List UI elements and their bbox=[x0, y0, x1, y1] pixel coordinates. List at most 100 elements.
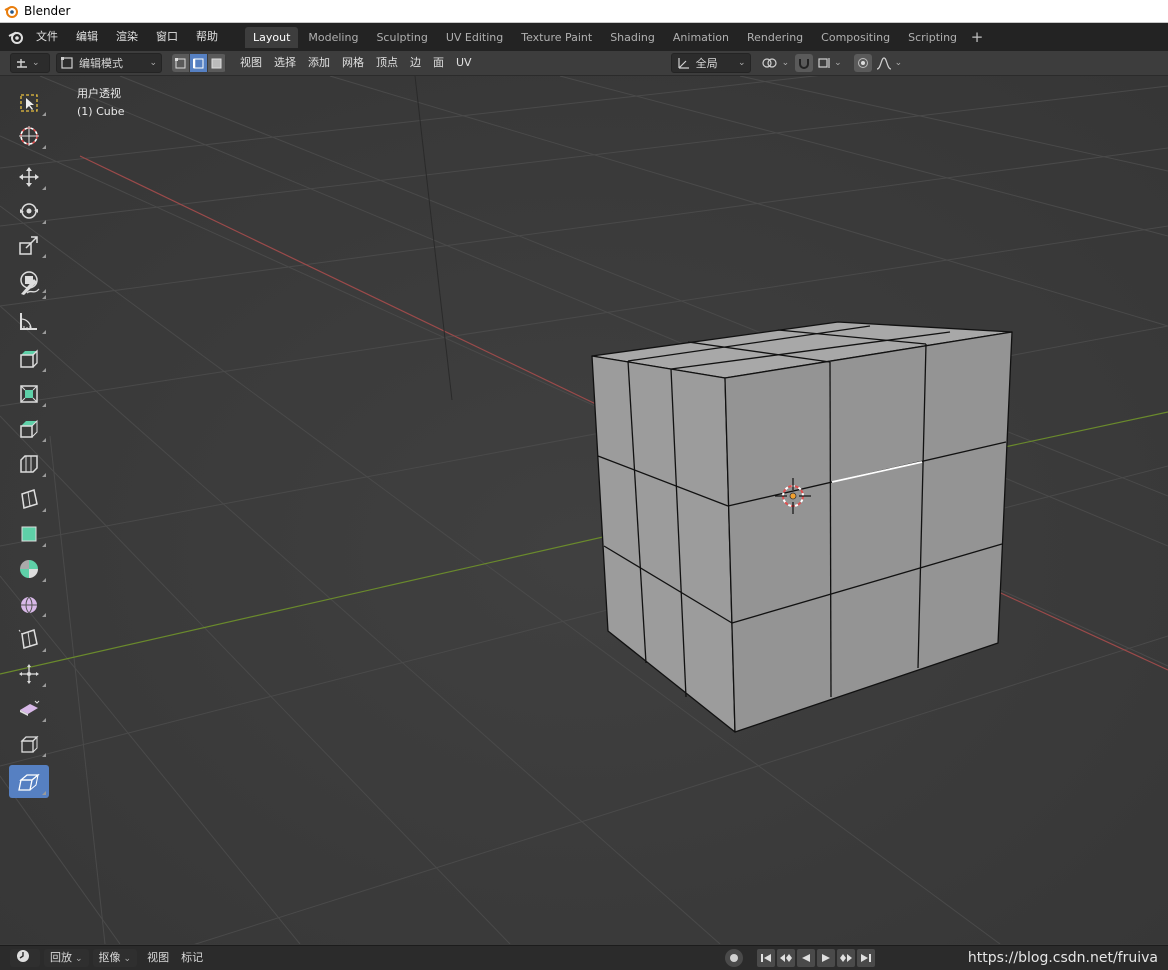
tab-workspace[interactable]: Texture Paint bbox=[513, 27, 600, 48]
cursor-icon bbox=[19, 125, 39, 146]
annotate-icon bbox=[21, 278, 40, 295]
viewport-scene[interactable] bbox=[0, 76, 1168, 944]
rip-region-icon bbox=[18, 773, 40, 791]
tool-rotate[interactable] bbox=[9, 194, 49, 227]
tool-measure[interactable] bbox=[9, 304, 49, 337]
timeline-menu-item[interactable]: 标记 bbox=[175, 949, 209, 967]
viewport-menu-item[interactable]: 添加 bbox=[302, 54, 336, 72]
next-keyframe-button[interactable] bbox=[837, 949, 856, 967]
workspace-tabs: Layout Modeling Sculpting UV Editing Texture… bbox=[245, 26, 967, 48]
tool-loop-cut[interactable] bbox=[9, 482, 49, 515]
tab-workspace[interactable]: Modeling bbox=[300, 27, 366, 48]
tool-edge-slide[interactable] bbox=[9, 657, 49, 690]
pivot-icon bbox=[761, 58, 777, 68]
proportional-edit-toggle[interactable] bbox=[853, 54, 872, 72]
inset-faces-icon bbox=[20, 419, 38, 438]
view-label: 用户透视 bbox=[77, 87, 121, 100]
tool-poly-build[interactable] bbox=[9, 552, 49, 585]
face-select-button[interactable] bbox=[208, 54, 226, 72]
jump-end-button[interactable] bbox=[857, 949, 876, 967]
smooth-icon bbox=[18, 628, 38, 649]
viewport-header: ⌄ 编辑模式 ⌄ 视图 选择 添加 网格 顶点边面 UV 全局 ⌄ ⌄ ⌄ ⌄ bbox=[0, 51, 1168, 76]
watermark: https://blog.csdn.net/fruiva bbox=[967, 950, 1158, 966]
tool-select-box[interactable] bbox=[9, 86, 49, 119]
snap-increment-icon bbox=[818, 58, 830, 68]
shear-icon bbox=[20, 735, 39, 753]
tool-knife[interactable] bbox=[9, 517, 49, 550]
tab-workspace[interactable]: Rendering bbox=[739, 27, 811, 48]
viewport-menu-item[interactable]: 顶点 bbox=[370, 54, 404, 72]
add-cube-icon bbox=[20, 348, 38, 368]
snap-target-dropdown[interactable]: ⌄ bbox=[817, 54, 842, 72]
timeline-menus: 回放 ⌄ 抠像 ⌄ 视图 标记 bbox=[44, 949, 209, 967]
scale-icon bbox=[19, 235, 38, 255]
tool-spin[interactable] bbox=[9, 587, 49, 620]
tool-add-cube[interactable] bbox=[9, 342, 49, 375]
pivot-point-dropdown[interactable]: ⌄ bbox=[761, 54, 789, 72]
tool-inset-faces[interactable] bbox=[9, 412, 49, 445]
window-title: Blender bbox=[24, 4, 71, 18]
viewport-menus: 视图 选择 添加 网格 顶点边面 UV bbox=[234, 54, 478, 72]
rotate-icon bbox=[20, 202, 38, 219]
bevel-icon bbox=[20, 454, 38, 473]
blender-menu-icon[interactable] bbox=[5, 26, 27, 48]
tool-smooth[interactable] bbox=[9, 622, 49, 655]
tool-rip-region[interactable] bbox=[9, 765, 49, 798]
snap-toggle[interactable] bbox=[795, 54, 814, 72]
timeline-menu-item[interactable]: 回放 ⌄ bbox=[44, 949, 89, 967]
add-workspace-button[interactable]: + bbox=[967, 27, 987, 47]
orientation-icon bbox=[677, 58, 689, 69]
tool-shear[interactable] bbox=[9, 727, 49, 760]
timeline-menu-item[interactable]: 抠像 ⌄ bbox=[92, 949, 138, 967]
record-button[interactable] bbox=[725, 949, 744, 967]
tool-scale[interactable] bbox=[9, 228, 49, 261]
mode-dropdown[interactable]: 编辑模式 ⌄ bbox=[56, 53, 162, 73]
tab-workspace[interactable]: Compositing bbox=[813, 27, 898, 48]
tab-workspace[interactable]: Animation bbox=[665, 27, 737, 48]
tool-cursor[interactable] bbox=[9, 119, 49, 152]
select-box-icon bbox=[20, 93, 38, 112]
axis-icon bbox=[17, 59, 27, 68]
viewport-menu-item[interactable]: 视图 bbox=[234, 54, 268, 72]
viewport-menu-item[interactable]: UV bbox=[450, 54, 478, 72]
transform-orientation-dropdown[interactable]: 全局 ⌄ bbox=[670, 53, 751, 73]
vertex-select-button[interactable] bbox=[172, 54, 190, 72]
3d-viewport[interactable]: 用户透视 (1) Cube bbox=[0, 76, 1168, 944]
top-bar: 文件 编辑 渲染 窗口 帮助 Layout Modeling Sculpting UV Edi… bbox=[0, 23, 1168, 51]
playback-controls bbox=[725, 949, 877, 967]
viewport-menu-item[interactable]: 网格 bbox=[336, 54, 370, 72]
viewport-menu-item[interactable]: 边 bbox=[404, 54, 427, 72]
tool-shrink-fatten[interactable] bbox=[9, 692, 49, 725]
tab-workspace[interactable]: Scripting bbox=[900, 27, 965, 48]
tab-workspace[interactable]: UV Editing bbox=[438, 27, 511, 48]
editor-type-dropdown[interactable]: ⌄ bbox=[10, 53, 50, 73]
menu-item[interactable]: 文件 bbox=[27, 26, 67, 48]
falloff-dropdown[interactable]: ⌄ bbox=[876, 54, 902, 72]
menu-item[interactable]: 编辑 bbox=[67, 26, 107, 48]
prev-keyframe-button[interactable] bbox=[777, 949, 796, 967]
poly-build-icon bbox=[20, 559, 38, 578]
play-icon bbox=[822, 954, 831, 962]
jump-end-icon bbox=[861, 954, 872, 962]
tool-move[interactable] bbox=[9, 160, 49, 193]
jump-start-button[interactable] bbox=[757, 949, 776, 967]
menu-item[interactable]: 窗口 bbox=[147, 26, 187, 48]
edge-slide-icon bbox=[19, 663, 39, 684]
edge-select-button[interactable] bbox=[190, 54, 208, 72]
play-reverse-button[interactable] bbox=[797, 949, 816, 967]
object-label: (1) Cube bbox=[77, 105, 125, 118]
spin-icon bbox=[21, 596, 37, 613]
viewport-menu-item[interactable]: 面 bbox=[427, 54, 450, 72]
tool-annotate[interactable] bbox=[9, 269, 49, 302]
timeline-menu-item[interactable]: 视图 bbox=[141, 949, 175, 967]
viewport-menu-item[interactable]: 选择 bbox=[268, 54, 302, 72]
tab-workspace[interactable]: Shading bbox=[602, 27, 663, 48]
tab-workspace[interactable]: Layout bbox=[245, 26, 299, 48]
tab-workspace[interactable]: Sculpting bbox=[368, 27, 435, 48]
tool-bevel[interactable] bbox=[9, 447, 49, 480]
menu-item[interactable]: 渲染 bbox=[107, 26, 147, 48]
timeline-editor-dropdown[interactable] bbox=[10, 949, 40, 967]
play-button[interactable] bbox=[817, 949, 836, 967]
menu-item[interactable]: 帮助 bbox=[187, 26, 227, 48]
tool-extrude-region[interactable] bbox=[9, 377, 49, 410]
